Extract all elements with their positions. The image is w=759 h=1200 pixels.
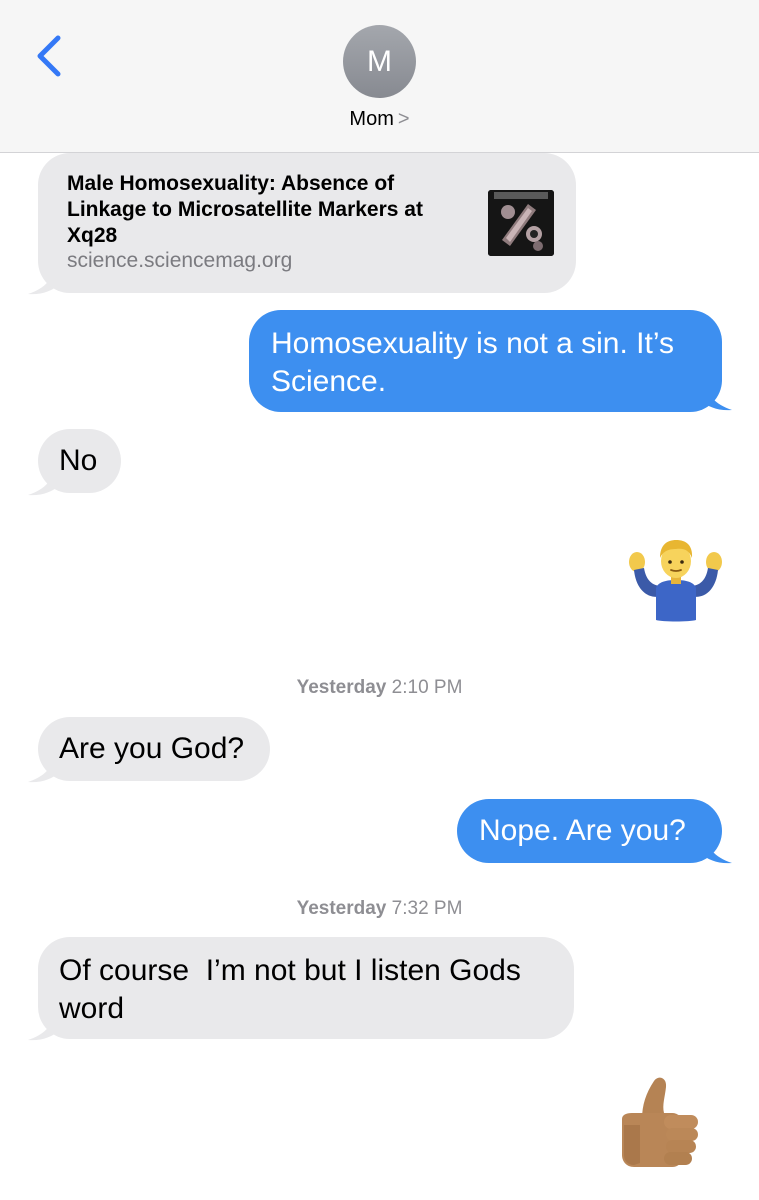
link-preview-domain: science.sciencemag.org — [67, 249, 293, 272]
timestamp-day: Yesterday — [296, 677, 387, 698]
man-shrugging-emoji[interactable] — [626, 534, 726, 624]
timestamp-day: Yesterday — [296, 898, 387, 919]
message-bubble-incoming[interactable]: No — [38, 429, 121, 493]
message-bubble-incoming[interactable]: Of course I’m not but I listen Gods word — [38, 937, 574, 1039]
link-preview-title: Male Homosexuality: Absence of Linkage t… — [67, 172, 423, 247]
message-bubble-incoming[interactable]: Are you God? — [38, 717, 270, 781]
message-bubble-outgoing[interactable]: Nope. Are you? — [457, 799, 722, 863]
contact-name-button[interactable]: Mom > — [0, 108, 759, 131]
chevron-left-icon — [37, 35, 61, 77]
contact-avatar[interactable]: M — [343, 25, 416, 98]
back-button[interactable] — [30, 34, 70, 78]
chevron-right-icon: > — [397, 108, 410, 130]
link-preview-card[interactable]: Male Homosexuality: Absence of Linkage t… — [38, 153, 576, 293]
message-timestamp: Yesterday 2:10 PM — [0, 677, 759, 699]
timestamp-time: 7:32 PM — [391, 898, 463, 919]
timestamp-time: 2:10 PM — [391, 677, 463, 698]
contact-name[interactable]: Mom — [349, 108, 393, 130]
thumbs-up-emoji[interactable] — [612, 1075, 704, 1170]
conversation-header: M Mom > — [0, 0, 759, 153]
message-bubble-outgoing[interactable]: Homosexuality is not a sin. It’s Science… — [249, 310, 722, 412]
link-preview-thumbnail — [488, 190, 554, 256]
message-timestamp: Yesterday 7:32 PM — [0, 898, 759, 920]
